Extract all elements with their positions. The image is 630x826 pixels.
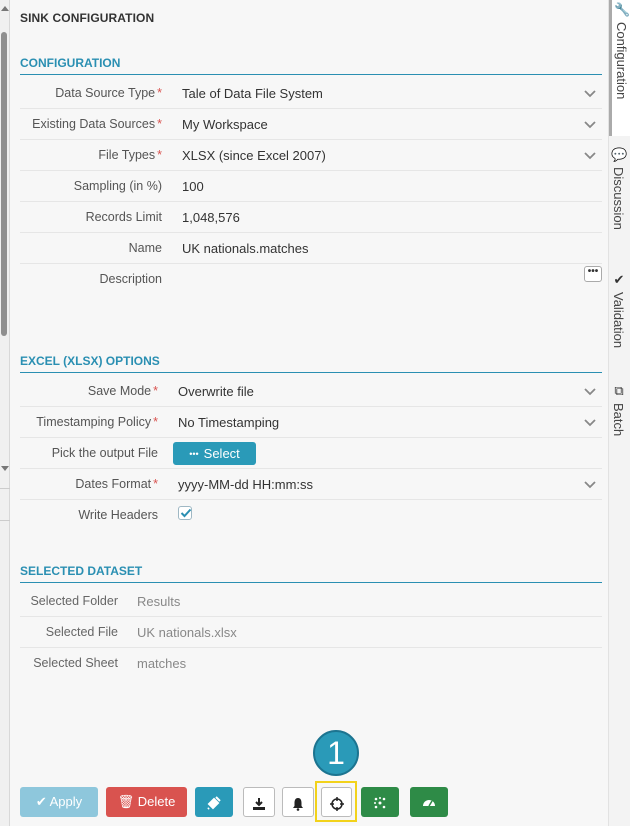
divider (0, 488, 10, 489)
divider (0, 520, 10, 521)
field-label: Existing Data Sources * (32, 117, 162, 131)
tab-label: Validation (611, 292, 626, 349)
delete-button[interactable]: 🗑 Delete (106, 787, 187, 817)
write-headers-field: Write Headers (20, 500, 602, 531)
dates-format-field[interactable]: Dates Format * yyyy-MM-dd HH:mm:ss (20, 469, 602, 500)
copy-icon: ⧉ (614, 383, 624, 398)
file-types-field[interactable]: File Types * XLSX (since Excel 2007) (20, 140, 602, 171)
field-label: Write Headers (78, 508, 158, 522)
data-source-type-field[interactable]: Data Source Type * Tale of Data File Syst… (20, 78, 602, 109)
tab-label: Batch (611, 403, 626, 437)
plug-icon (207, 795, 221, 810)
excel-options-section-title: EXCEL (XLSX) OPTIONS (20, 354, 602, 373)
tab-configuration[interactable]: 🔧 Configuration (609, 0, 630, 136)
field-value[interactable]: yyyy-MM-dd HH:mm:ss (178, 477, 313, 492)
panel-title: SINK CONFIGURATION (20, 11, 155, 25)
configuration-section-title: CONFIGURATION (20, 56, 602, 75)
field-value[interactable]: Overwrite file (178, 384, 254, 399)
field-label: Dates Format * (75, 477, 158, 491)
name-field[interactable]: Name UK nationals.matches (20, 233, 602, 264)
field-label: Save Mode * (87, 384, 158, 398)
plug-button[interactable] (195, 787, 233, 817)
download-button[interactable] (243, 787, 275, 817)
scrollbar-thumb[interactable] (1, 32, 7, 336)
description-field[interactable]: Description ••• (20, 264, 602, 326)
chevron-down-icon[interactable] (584, 148, 596, 160)
scroll-up-icon[interactable] (1, 6, 9, 11)
sampling-field[interactable]: Sampling (in %) 100 (20, 171, 602, 202)
field-label: Timestamping Policy * (36, 415, 158, 429)
pick-output-file-field: Pick the output File ••• Select (20, 438, 602, 469)
performance-button[interactable] (410, 787, 448, 817)
chevron-down-icon[interactable] (584, 117, 596, 129)
selected-sheet-row: Selected Sheet matches (20, 648, 602, 679)
asterisk-icon (374, 796, 386, 808)
field-value[interactable]: No Timestamping (178, 415, 279, 430)
field-value[interactable]: 100 (182, 179, 204, 194)
selected-file-row: Selected File UK nationals.xlsx (20, 617, 602, 648)
notifications-button[interactable] (282, 787, 314, 817)
field-label: Pick the output File (51, 446, 158, 460)
chevron-down-icon[interactable] (584, 384, 596, 396)
tab-label: Configuration (614, 22, 629, 100)
expand-button[interactable] (361, 787, 399, 817)
field-label: Description (99, 272, 162, 286)
chevron-down-icon[interactable] (584, 477, 596, 489)
side-tabs: 🔧 Configuration 💬 Discussion ✔ Validatio… (608, 0, 630, 826)
tab-validation[interactable]: ✔ Validation (609, 270, 630, 370)
existing-data-sources-field[interactable]: Existing Data Sources * My Workspace (20, 109, 602, 140)
bell-icon (293, 797, 303, 811)
field-label: Selected Folder (30, 594, 118, 608)
download-icon (253, 797, 265, 810)
selected-folder-row: Selected Folder Results (20, 586, 602, 617)
records-limit-field[interactable]: Records Limit 1,048,576 (20, 202, 602, 233)
field-value: Results (137, 594, 181, 609)
field-label: Name (128, 241, 162, 255)
ellipsis-icon: ••• (189, 449, 199, 460)
timestamping-policy-field[interactable]: Timestamping Policy * No Timestamping (20, 407, 602, 438)
check-icon: ✔ (613, 272, 625, 287)
field-value[interactable]: XLSX (since Excel 2007) (182, 148, 326, 163)
step-marker: 1 (313, 730, 359, 776)
tab-batch[interactable]: ⧉ Batch (609, 381, 630, 451)
gauge-icon (423, 799, 435, 806)
field-value[interactable]: Tale of Data File System (182, 86, 323, 101)
comments-icon: 💬 (611, 147, 628, 162)
field-value: matches (137, 656, 187, 671)
field-label: Records Limit (85, 210, 162, 224)
field-value[interactable]: My Workspace (182, 117, 268, 132)
tab-label: Discussion (611, 167, 626, 230)
field-label: Selected Sheet (33, 656, 118, 670)
field-label: Data Source Type * (55, 86, 162, 100)
more-options-button[interactable]: ••• (584, 266, 602, 282)
field-value[interactable]: 1,048,576 (182, 210, 240, 225)
trash-icon: 🗑 (117, 794, 135, 809)
highlight-box (315, 781, 357, 822)
field-label: File Types * (98, 148, 162, 162)
field-value: UK nationals.xlsx (137, 625, 237, 640)
scroll-down-icon[interactable] (1, 466, 9, 471)
sink-configuration-panel: SINK CONFIGURATION CONFIGURATION Data So… (10, 0, 608, 826)
field-label: Selected File (45, 625, 118, 639)
field-label: Sampling (in %) (73, 179, 162, 193)
field-value[interactable]: UK nationals.matches (182, 241, 308, 256)
check-icon: ✔ (35, 794, 47, 809)
left-splitter[interactable] (0, 0, 10, 826)
write-headers-checkbox[interactable] (178, 506, 192, 520)
chevron-down-icon[interactable] (584, 415, 596, 427)
apply-button[interactable]: ✔ Apply (20, 787, 98, 817)
wrench-icon: 🔧 (614, 2, 630, 17)
chevron-down-icon[interactable] (584, 86, 596, 98)
select-file-button[interactable]: ••• Select (173, 442, 256, 465)
tab-discussion[interactable]: 💬 Discussion (609, 145, 630, 257)
selected-dataset-section-title: SELECTED DATASET (20, 564, 602, 583)
save-mode-field[interactable]: Save Mode * Overwrite file (20, 376, 602, 407)
